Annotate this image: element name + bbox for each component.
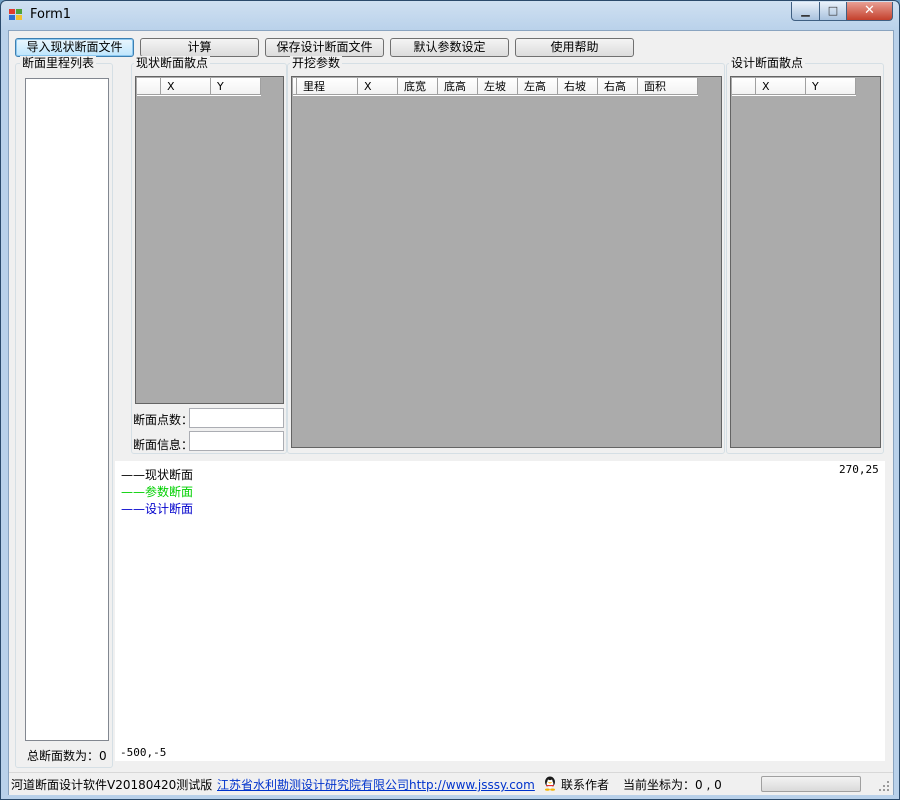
form-client-area: 导入现状断面文件 计算 保存设计断面文件 默认参数设定 使用帮助 断面里程列表 … [8, 30, 894, 795]
col-bottom-height[interactable]: 底高 [438, 78, 478, 95]
app-window: Form1 ▁ □ ✕ 导入现状断面文件 计算 保存设计断面文件 默认参数设定 … [0, 0, 900, 800]
col-left-slope[interactable]: 左坡 [478, 78, 518, 95]
section-info-label: 断面信息： [133, 438, 194, 452]
row-header-corner [732, 78, 756, 95]
company-website-link[interactable]: 江苏省水利勘测设计研究院有限公司http://www.jsssy.com [217, 776, 535, 793]
close-button[interactable]: ✕ [846, 2, 893, 21]
top-right-coord-label: 270,25 [839, 463, 879, 476]
design-points-label: 设计断面散点 [729, 56, 806, 70]
point-count-field[interactable] [189, 408, 284, 428]
legend-parameter-section: ——参数断面 [121, 485, 194, 499]
col-mileage[interactable]: 里程 [297, 78, 358, 95]
section-drawing-canvas[interactable]: ——现状断面 ——参数断面 ——设计断面 270,25 -500,-5 [115, 461, 885, 761]
current-points-grid-header: X Y [137, 78, 261, 96]
mileage-listbox[interactable] [25, 78, 109, 741]
close-icon: ✕ [864, 3, 875, 18]
mileage-list-group: 断面里程列表 总断面数为：0 [15, 56, 113, 768]
help-button[interactable]: 使用帮助 [515, 38, 634, 57]
excavation-params-grid[interactable]: 里程 X 底宽 底高 左坡 左高 右坡 右高 面积 [291, 76, 722, 448]
maximize-icon: □ [827, 4, 839, 17]
excavation-params-label: 开挖参数 [290, 56, 343, 70]
contact-author-link[interactable]: 联系作者 [561, 776, 609, 793]
current-points-grid[interactable]: X Y [135, 76, 284, 404]
minimize-button[interactable]: ▁ [791, 2, 820, 21]
legend-design-section: ——设计断面 [121, 502, 194, 516]
design-points-grid-header: X Y [732, 78, 856, 96]
minimize-icon: ▁ [801, 4, 810, 17]
current-points-group: 现状断面散点 X Y 断面点数： 断面信息： [131, 56, 287, 454]
app-icon [9, 9, 23, 21]
col-y[interactable]: Y [211, 78, 261, 95]
legend-current-section: ——现状断面 [121, 468, 194, 482]
progress-bar [761, 776, 861, 792]
current-points-label: 现状断面散点 [134, 56, 211, 70]
col-bottom-width[interactable]: 底宽 [398, 78, 438, 95]
col-right-slope[interactable]: 右坡 [558, 78, 598, 95]
calculate-button[interactable]: 计算 [140, 38, 259, 57]
mileage-list-label: 断面里程列表 [20, 56, 97, 70]
title-bar[interactable]: Form1 ▁ □ ✕ [1, 1, 899, 29]
row-header-corner [137, 78, 161, 95]
save-design-section-button[interactable]: 保存设计断面文件 [265, 38, 384, 57]
window-title: Form1 [30, 7, 72, 22]
col-left-height[interactable]: 左高 [518, 78, 558, 95]
status-bar: 河道断面设计软件V20180420测试版 江苏省水利勘测设计研究院有限公司htt… [9, 772, 893, 795]
resize-grip-icon[interactable] [879, 781, 889, 791]
col-y[interactable]: Y [806, 78, 856, 95]
col-right-height[interactable]: 右高 [598, 78, 638, 95]
col-area[interactable]: 面积 [638, 78, 698, 95]
default-params-button[interactable]: 默认参数设定 [390, 38, 509, 57]
section-info-field[interactable] [189, 431, 284, 451]
excavation-grid-header: 里程 X 底宽 底高 左坡 左高 右坡 右高 面积 [293, 78, 698, 96]
col-x[interactable]: X [756, 78, 806, 95]
design-points-group: 设计断面散点 X Y [726, 56, 884, 454]
total-sections-label: 总断面数为：0 [27, 749, 107, 763]
point-count-label: 断面点数： [133, 413, 194, 427]
col-x[interactable]: X [161, 78, 211, 95]
qq-penguin-icon [545, 776, 555, 791]
bottom-left-coord-label: -500,-5 [120, 746, 167, 759]
col-x[interactable]: X [358, 78, 398, 95]
excavation-params-group: 开挖参数 里程 X 底宽 底高 左坡 左高 右坡 右高 面积 [287, 56, 725, 454]
import-current-section-button[interactable]: 导入现状断面文件 [15, 38, 134, 57]
maximize-button[interactable]: □ [819, 2, 847, 21]
current-coords-label: 当前坐标为：0 , 0 [623, 778, 722, 792]
software-version-label: 河道断面设计软件V20180420测试版 [11, 778, 213, 792]
design-points-grid[interactable]: X Y [730, 76, 881, 448]
